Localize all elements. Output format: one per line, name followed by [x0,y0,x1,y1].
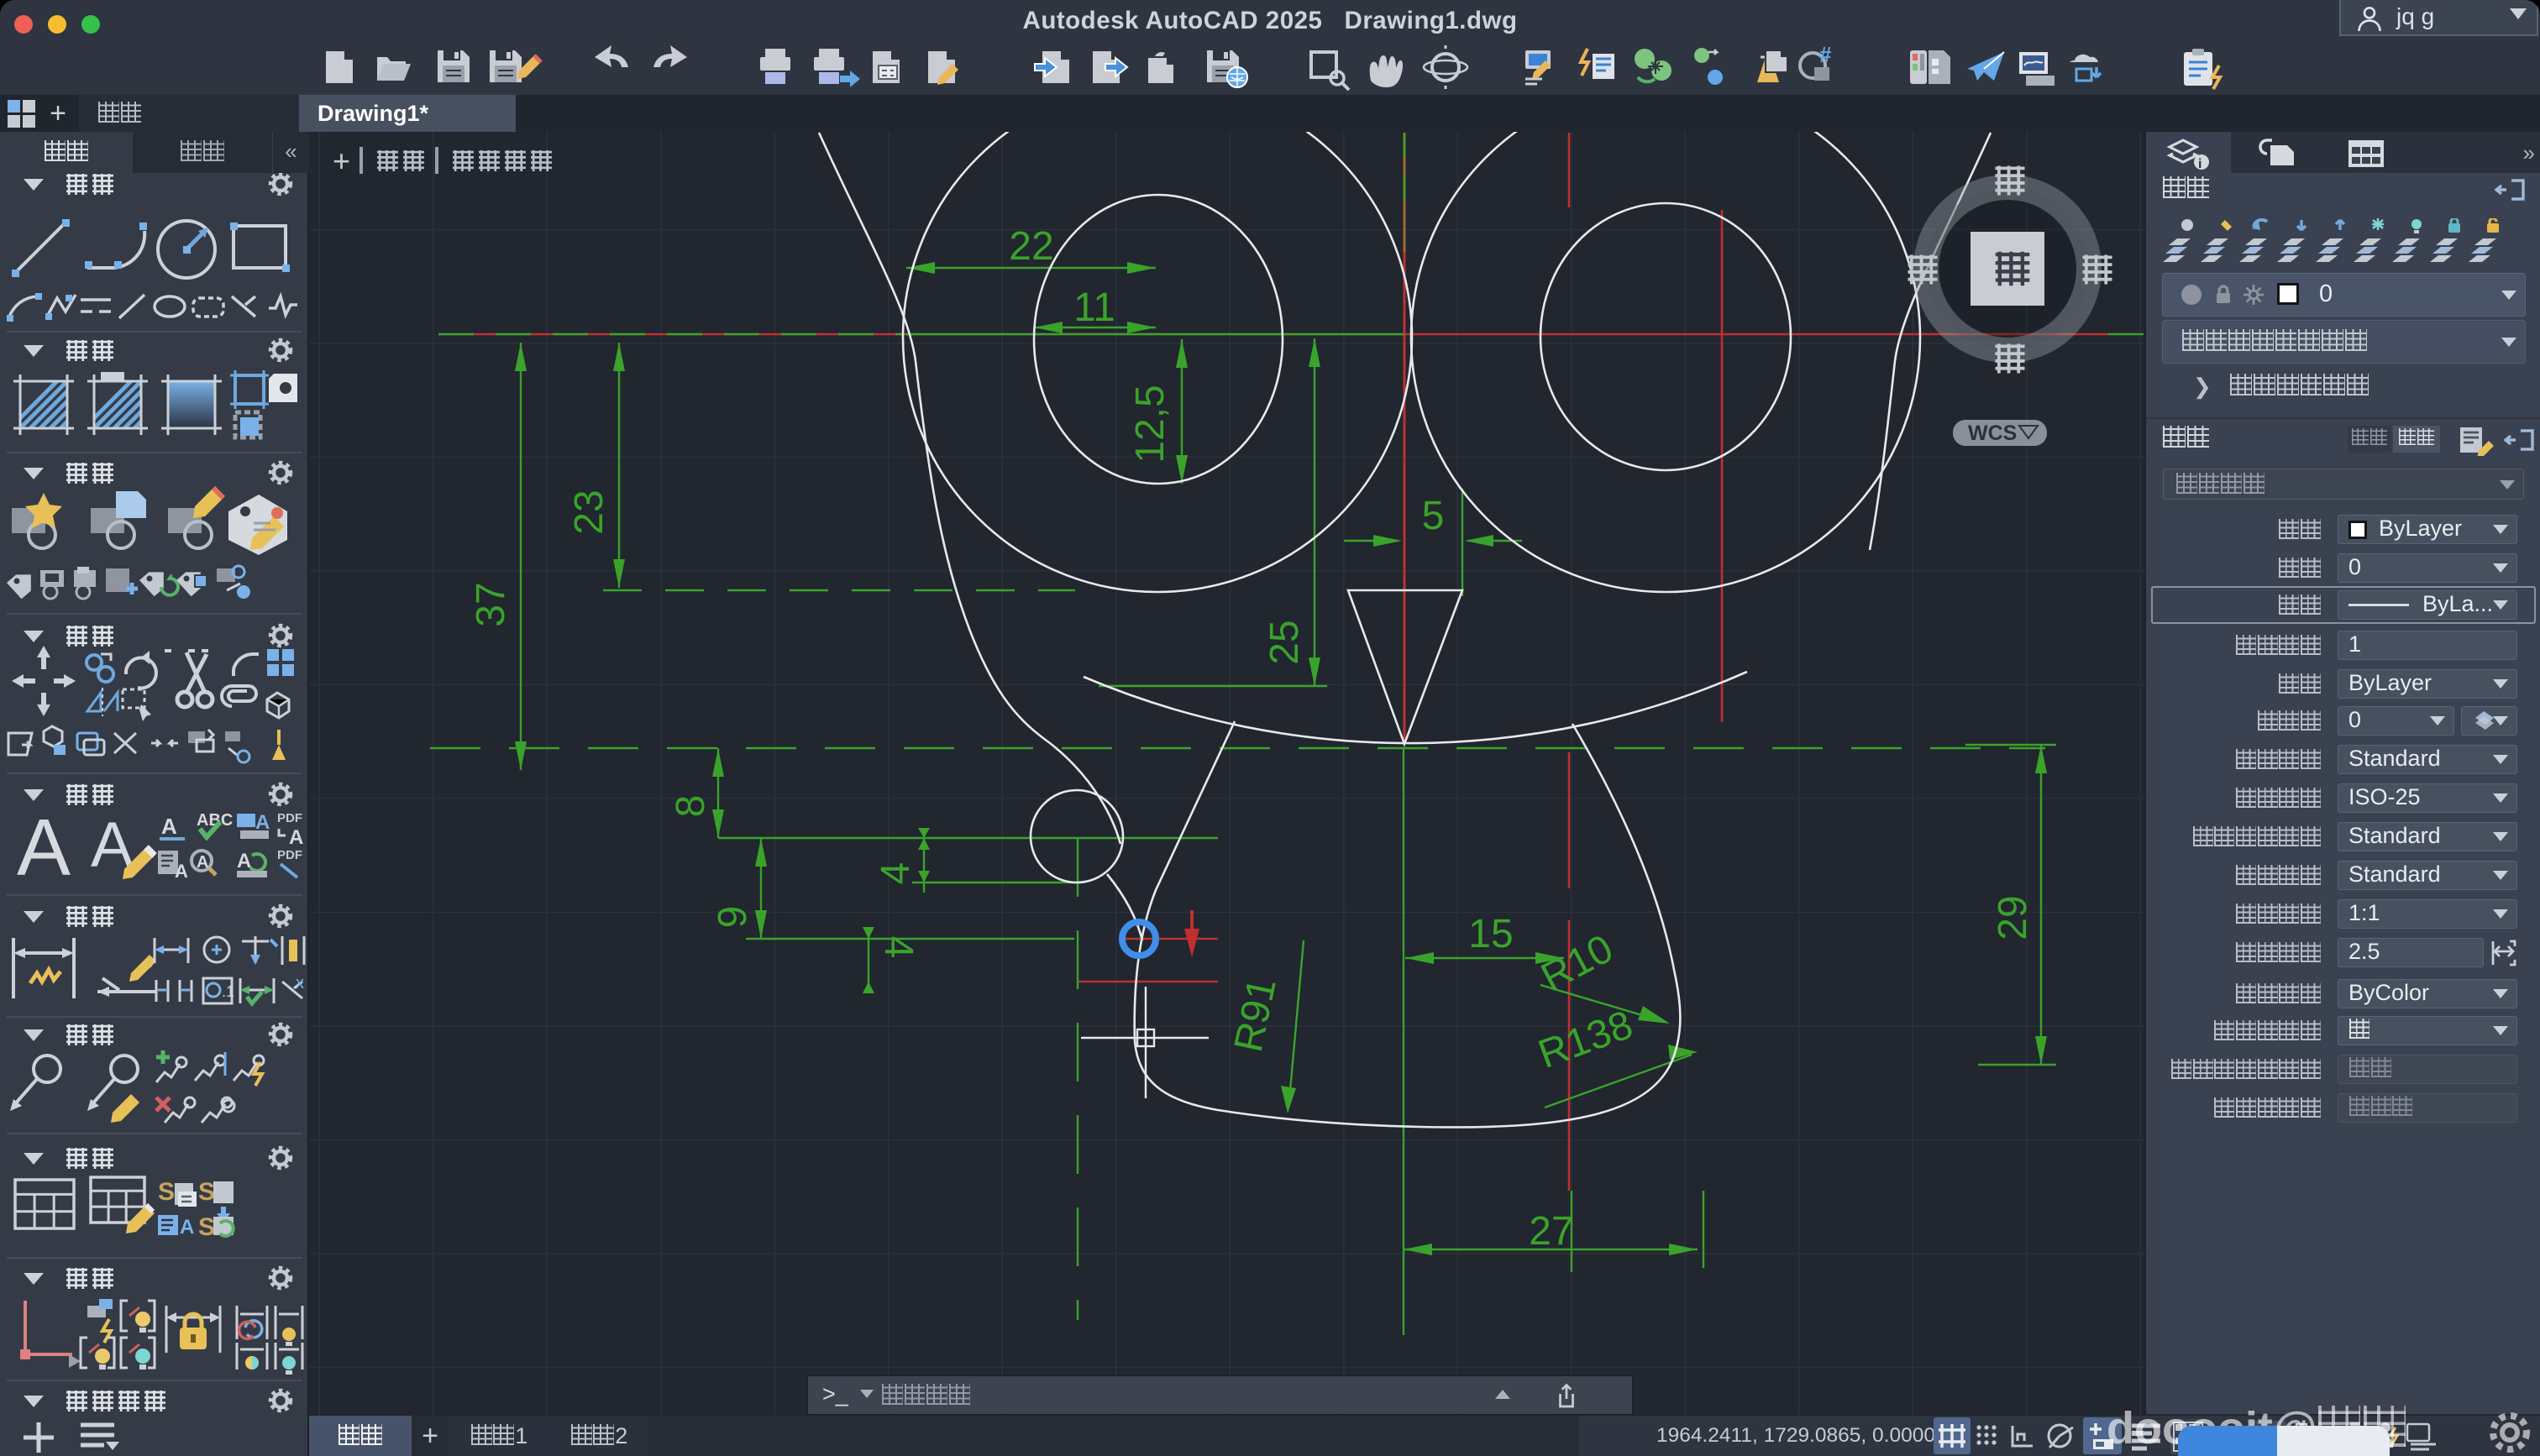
svg-text:PDF: PDF [277,811,302,825]
svg-text:A: A [237,850,251,872]
svg-text:A: A [161,814,177,839]
svg-text:12,5: 12,5 [1128,385,1173,463]
svg-text:22: 22 [1009,224,1053,269]
svg-text:S: S [158,1178,175,1206]
svg-text:.1: .1 [222,983,234,1000]
svg-text:5: 5 [1422,494,1445,538]
svg-text:i: i [2198,157,2202,170]
svg-text:4: 4 [874,862,918,885]
svg-text:11: 11 [1073,285,1115,330]
svg-text:15: 15 [1468,912,1513,956]
svg-text:A: A [197,853,208,872]
svg-text:8: 8 [669,795,713,818]
svg-text:A: A [17,803,71,893]
svg-text:S: S [198,1213,215,1241]
svg-text:29: 29 [1991,895,2035,940]
svg-text:PDF: PDF [277,848,302,862]
svg-text:+: + [333,144,350,178]
svg-text:27: 27 [1529,1209,1573,1254]
svg-text:#: # [1819,42,1832,67]
svg-text:A: A [175,861,188,882]
svg-text:x: x [296,974,304,992]
svg-text:9: 9 [711,906,755,929]
svg-text:25: 25 [1262,620,1307,664]
svg-text:4: 4 [876,936,921,959]
svg-text:A: A [255,811,270,834]
svg-text:23: 23 [567,490,611,534]
svg-text:37: 37 [469,582,513,626]
svg-text:WCS: WCS [1968,422,2017,445]
svg-text:A: A [289,826,303,849]
svg-text:S: S [198,1178,215,1206]
svg-text:A: A [180,1216,194,1239]
